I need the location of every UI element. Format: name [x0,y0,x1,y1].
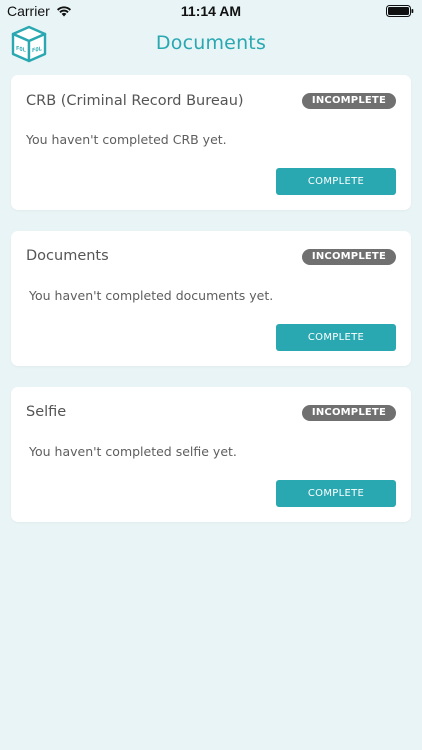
card-title: Documents [26,248,109,264]
document-card-crb: CRB (Criminal Record Bureau) INCOMPLETE … [11,75,411,210]
status-clock: 11:14 AM [180,3,242,19]
card-message: You haven't completed selfie yet. [29,444,237,459]
document-card-documents: Documents INCOMPLETE You haven't complet… [11,231,411,366]
card-title: CRB (Criminal Record Bureau) [26,93,244,109]
document-card-selfie: Selfie INCOMPLETE You haven't completed … [11,387,411,522]
battery-icon [386,5,414,17]
status-bar: Carrier 11:14 AM [0,0,422,22]
card-message: You haven't completed CRB yet. [26,132,227,147]
card-message: You haven't completed documents yet. [29,288,274,303]
status-badge: INCOMPLETE [301,249,396,265]
header: FOL FOL Documents [0,22,422,66]
complete-button[interactable]: COMPLETE [276,324,396,351]
card-title: Selfie [26,404,67,420]
page-title: Documents [155,32,267,54]
complete-button[interactable]: COMPLETE [276,168,396,195]
complete-button[interactable]: COMPLETE [276,480,396,507]
status-badge: INCOMPLETE [301,405,396,421]
status-badge: INCOMPLETE [301,93,396,109]
